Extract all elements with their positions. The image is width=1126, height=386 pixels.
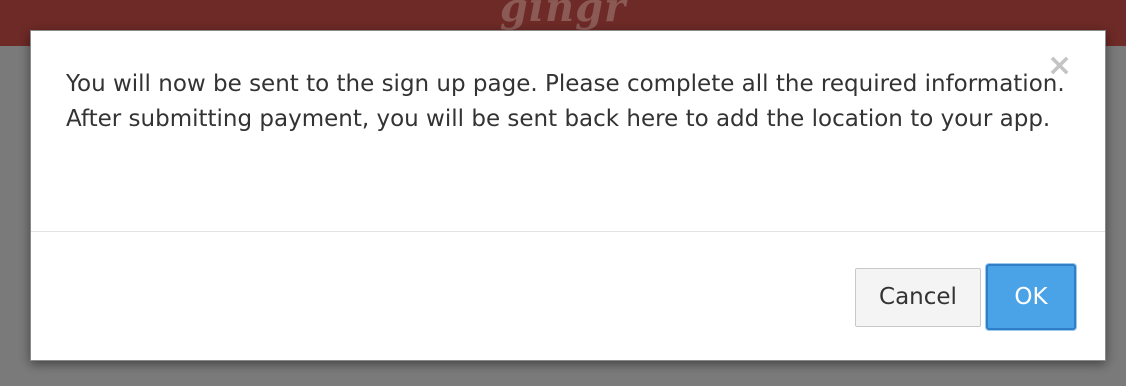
confirmation-dialog: You will now be sent to the sign up page…	[30, 30, 1106, 361]
close-icon[interactable]: ×	[1047, 51, 1072, 81]
app-logo: gingr	[499, 0, 627, 31]
dialog-footer: Cancel OK	[31, 232, 1105, 360]
ok-button[interactable]: OK	[986, 264, 1076, 330]
cancel-button[interactable]: Cancel	[855, 268, 981, 327]
dialog-body: You will now be sent to the sign up page…	[31, 31, 1107, 231]
dialog-message: You will now be sent to the sign up page…	[66, 71, 1065, 132]
